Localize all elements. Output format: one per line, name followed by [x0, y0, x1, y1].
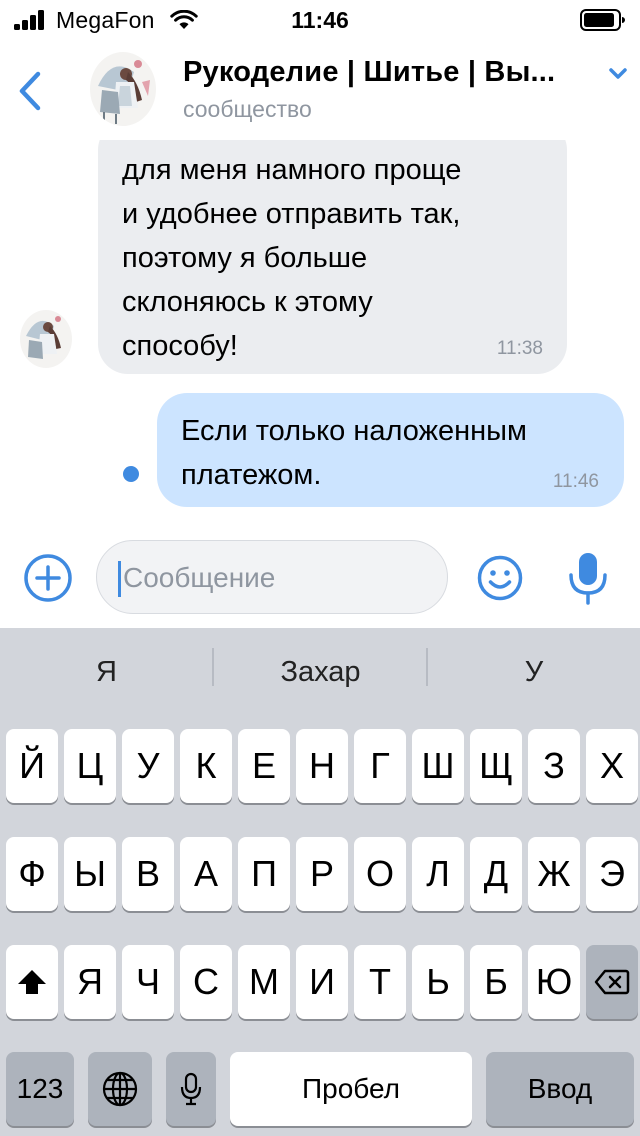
- key[interactable]: Я: [64, 945, 116, 1019]
- key[interactable]: Б: [470, 945, 522, 1019]
- key[interactable]: И: [296, 945, 348, 1019]
- numbers-key[interactable]: 123: [6, 1052, 74, 1126]
- key[interactable]: З: [528, 729, 580, 803]
- message-input-placeholder: Сообщение: [123, 562, 276, 593]
- message-time: 11:38: [496, 338, 543, 359]
- delete-icon: [594, 969, 630, 995]
- language-key[interactable]: [88, 1052, 152, 1126]
- key[interactable]: Ч: [122, 945, 174, 1019]
- key[interactable]: Р: [296, 837, 348, 911]
- dictation-key[interactable]: [166, 1052, 216, 1126]
- key[interactable]: Н: [296, 729, 348, 803]
- shift-key[interactable]: [6, 945, 58, 1019]
- suggestion-3[interactable]: У: [428, 628, 640, 716]
- key[interactable]: У: [122, 729, 174, 803]
- key[interactable]: Г: [354, 729, 406, 803]
- key[interactable]: О: [354, 837, 406, 911]
- message-text: Если только наложенным платежом.: [181, 415, 527, 491]
- key[interactable]: Й: [6, 729, 58, 803]
- clock: 11:46: [291, 7, 349, 33]
- space-key[interactable]: Пробел: [230, 1052, 472, 1126]
- chat-title[interactable]: Рукоделие | Шитье | Вы...: [183, 56, 583, 89]
- key[interactable]: Д: [470, 837, 522, 911]
- key[interactable]: Ш: [412, 729, 464, 803]
- chat-subtitle: сообщество: [183, 96, 312, 122]
- message-input[interactable]: Сообщение: [96, 540, 448, 614]
- globe-icon: [102, 1071, 138, 1107]
- key[interactable]: С: [180, 945, 232, 1019]
- key[interactable]: Ю: [528, 945, 580, 1019]
- message-time: 11:46: [552, 471, 599, 492]
- key[interactable]: Ы: [64, 837, 116, 911]
- suggestion-2[interactable]: Захар: [214, 628, 427, 716]
- smile-icon[interactable]: [476, 554, 524, 602]
- key[interactable]: П: [238, 837, 290, 911]
- sender-avatar[interactable]: [20, 310, 72, 368]
- community-avatar[interactable]: [90, 52, 156, 126]
- unread-indicator: [123, 466, 139, 482]
- back-button[interactable]: [14, 68, 46, 114]
- key[interactable]: Э: [586, 837, 638, 911]
- chat-header: Рукоделие | Шитье | Вы... сообщество: [0, 40, 640, 140]
- key[interactable]: Ь: [412, 945, 464, 1019]
- key[interactable]: Ц: [64, 729, 116, 803]
- battery-icon: [580, 9, 625, 31]
- key[interactable]: Ж: [528, 837, 580, 911]
- key[interactable]: М: [238, 945, 290, 1019]
- chevron-down-icon[interactable]: [604, 64, 632, 84]
- suggestion-1[interactable]: Я: [0, 628, 213, 716]
- text-cursor: [118, 561, 121, 597]
- message-list[interactable]: для меня намного проще и удобнее отправи…: [0, 140, 640, 530]
- outgoing-message[interactable]: Если только наложенным платежом. 11:46: [157, 393, 624, 507]
- key[interactable]: Е: [238, 729, 290, 803]
- backspace-key[interactable]: [586, 945, 638, 1019]
- microphone-icon[interactable]: [566, 550, 610, 606]
- message-composer: Сообщение: [0, 530, 640, 628]
- key[interactable]: Х: [586, 729, 638, 803]
- onscreen-keyboard: Я Захар У Й Ц У К Е Н Г Ш Щ З Х Ф Ы В А …: [0, 628, 640, 1136]
- shift-icon: [18, 970, 46, 994]
- key[interactable]: Т: [354, 945, 406, 1019]
- key[interactable]: Ф: [6, 837, 58, 911]
- message-text: для меня намного проще и удобнее отправи…: [122, 154, 462, 362]
- incoming-message[interactable]: для меня намного проще и удобнее отправи…: [98, 140, 567, 374]
- key[interactable]: А: [180, 837, 232, 911]
- key[interactable]: В: [122, 837, 174, 911]
- return-key[interactable]: Ввод: [486, 1052, 634, 1126]
- key[interactable]: Л: [412, 837, 464, 911]
- key[interactable]: Щ: [470, 729, 522, 803]
- key[interactable]: К: [180, 729, 232, 803]
- microphone-icon: [180, 1072, 202, 1106]
- status-bar: MegaFon 11:46: [0, 0, 640, 40]
- plus-circle-icon[interactable]: [22, 552, 74, 604]
